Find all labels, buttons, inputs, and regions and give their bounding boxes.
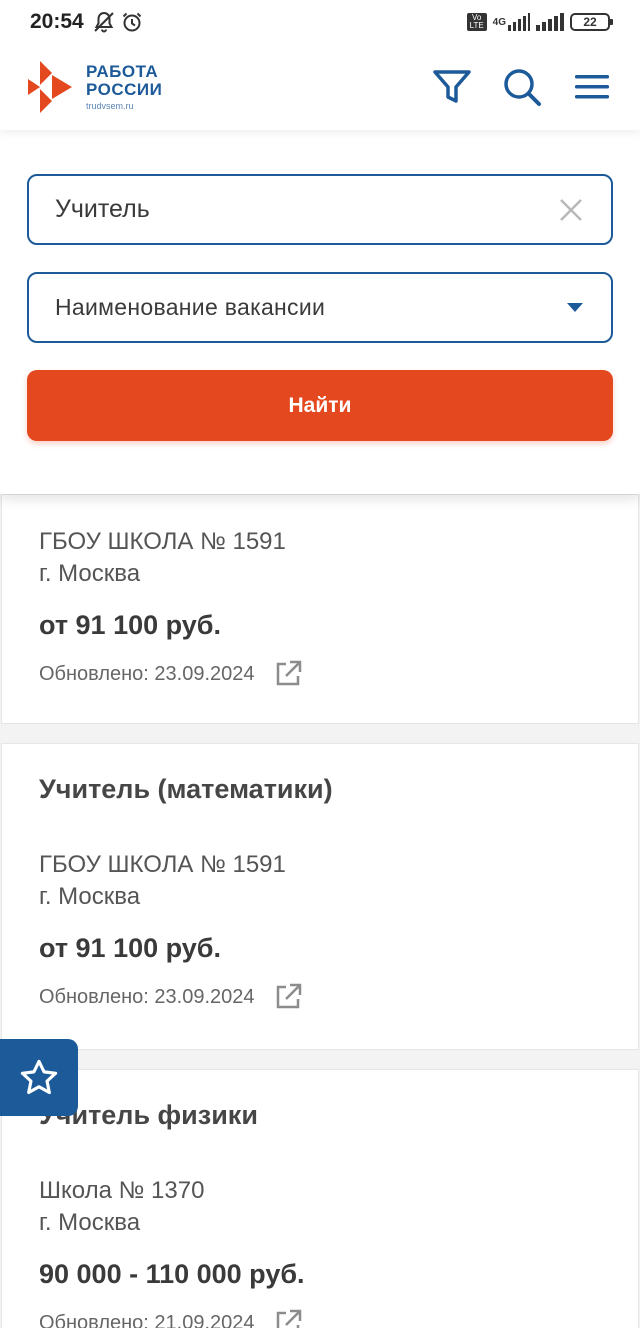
- external-link-icon[interactable]: [273, 982, 303, 1012]
- search-panel: Наименование вакансии Найти: [0, 130, 640, 494]
- card-city: г. Москва: [39, 883, 141, 910]
- clear-search-button[interactable]: [557, 196, 585, 224]
- card-updated: Обновлено: 21.09.2024: [39, 1311, 255, 1328]
- search-type-value: Наименование вакансии: [55, 294, 326, 320]
- logo-line-2: РОССИИ: [86, 79, 163, 99]
- filter-icon: [433, 70, 471, 103]
- battery-icon: 22: [570, 13, 613, 31]
- chevron-down-icon: [567, 303, 583, 312]
- close-icon: [560, 198, 582, 221]
- bell-muted-icon: [94, 11, 114, 33]
- external-link-icon[interactable]: [273, 659, 303, 689]
- vacancy-card[interactable]: Учитель (математики) ГБОУ ШКОЛА № 1591 г…: [1, 743, 639, 1050]
- volte-icon: Vo LTE: [466, 13, 487, 31]
- card-salary: от 91 100 руб.: [39, 933, 221, 963]
- card-company: ГБОУ ШКОЛА № 1591: [39, 851, 286, 878]
- search-type-select[interactable]: Наименование вакансии: [27, 272, 613, 343]
- filter-button[interactable]: [430, 65, 474, 109]
- card-company: Школа № 1370: [39, 1177, 205, 1204]
- star-icon: [20, 1059, 58, 1094]
- status-bar: 20:54 Vo LTE 4G 22: [0, 0, 640, 44]
- vacancy-card[interactable]: Учитель физики Школа № 1370 г. Москва 90…: [1, 1069, 639, 1328]
- logo-sub: trudvsem.ru: [86, 100, 134, 111]
- alarm-icon: [122, 12, 141, 32]
- search-field[interactable]: [27, 174, 613, 245]
- app-header: РАБОТА РОССИИ trudvsem.ru: [0, 44, 640, 130]
- search-icon: [504, 69, 541, 106]
- status-time: 20:54: [30, 10, 84, 33]
- search-button[interactable]: [500, 65, 544, 109]
- vacancy-card[interactable]: ГБОУ ШКОЛА № 1591 г. Москва от 91 100 ру…: [1, 494, 639, 724]
- menu-button[interactable]: [570, 65, 614, 109]
- card-city: г. Москва: [39, 1209, 141, 1236]
- card-updated: Обновлено: 23.09.2024: [39, 662, 255, 685]
- network-label: 4G: [492, 16, 506, 28]
- card-company: ГБОУ ШКОЛА № 1591: [39, 528, 286, 555]
- card-city: г. Москва: [39, 560, 141, 587]
- logo[interactable]: РАБОТА РОССИИ trudvsem.ru: [26, 59, 162, 115]
- favorites-button[interactable]: [0, 1039, 78, 1116]
- card-title[interactable]: Учитель физики: [39, 1100, 638, 1131]
- external-link-icon[interactable]: [273, 1308, 303, 1328]
- find-button[interactable]: Найти: [27, 370, 613, 441]
- menu-icon: [575, 75, 609, 99]
- signal-icon-2: [536, 13, 564, 31]
- card-updated: Обновлено: 23.09.2024: [39, 985, 255, 1008]
- logo-line-1: РАБОТА: [86, 61, 159, 81]
- card-salary: от 91 100 руб.: [39, 610, 221, 640]
- signal-icon: [508, 13, 530, 31]
- card-title[interactable]: Учитель (математики): [39, 774, 638, 805]
- search-input[interactable]: [55, 195, 557, 224]
- card-salary: 90 000 - 110 000 руб.: [39, 1259, 305, 1289]
- logo-mark-icon: [28, 61, 72, 113]
